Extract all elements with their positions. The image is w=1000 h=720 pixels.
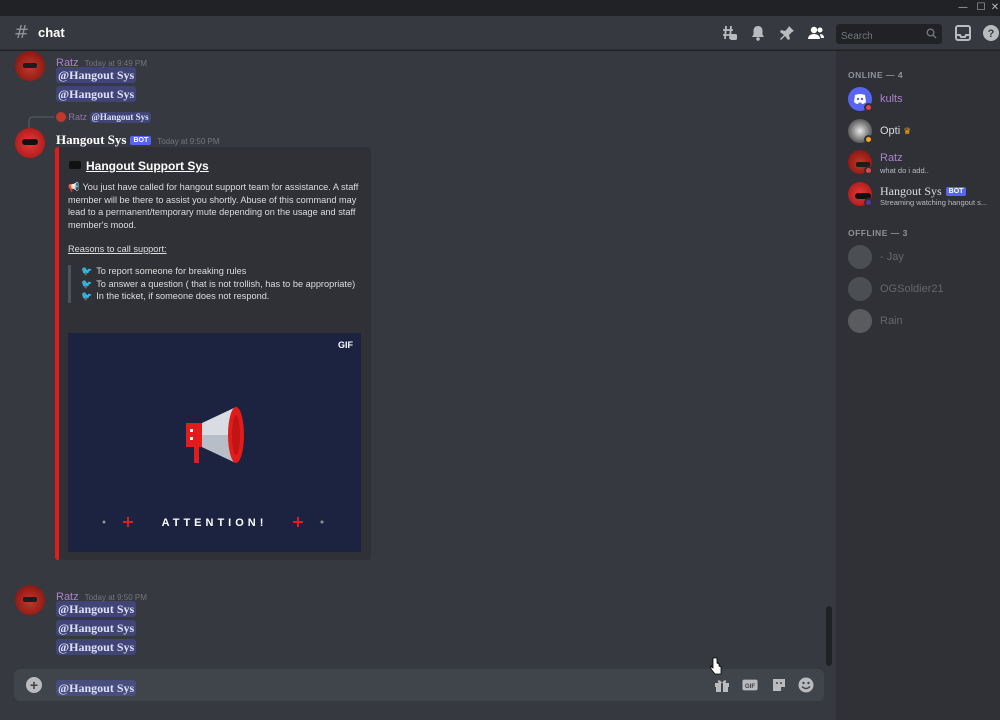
user-mention[interactable]: @Hangout Sys — [56, 639, 137, 655]
reply-mention: @Hangout Sys — [89, 112, 151, 123]
svg-text:?: ? — [988, 28, 995, 40]
bot-badge: BOT — [130, 136, 152, 145]
add-attachment-button[interactable]: + — [26, 677, 42, 693]
reply-connector — [28, 116, 54, 128]
avatar[interactable] — [15, 585, 45, 615]
channel-hash-icon: # — [14, 22, 30, 43]
member-name: Rain — [880, 315, 903, 327]
pinned-messages-icon[interactable] — [778, 24, 796, 42]
member-item[interactable]: Rain — [848, 309, 1000, 339]
member-item[interactable]: - Jay — [848, 245, 1000, 275]
inbox-icon[interactable] — [954, 24, 972, 42]
offline-header: OFFLINE — 3 — [848, 228, 908, 238]
svg-text:GIF: GIF — [745, 683, 756, 690]
emoji-icon[interactable] — [798, 677, 814, 693]
help-icon[interactable]: ? — [982, 24, 1000, 42]
gif-label: GIF — [338, 340, 353, 350]
sticker-icon[interactable] — [771, 677, 787, 693]
member-item[interactable]: OGSoldier21 — [848, 277, 1000, 307]
reply-preview[interactable]: Ratz @Hangout Sys — [56, 112, 151, 123]
composer-mention: @Hangout Sys — [56, 680, 137, 696]
user-mention[interactable]: @Hangout Sys — [56, 86, 137, 102]
mouse-cursor-icon — [710, 657, 722, 675]
minimize-button[interactable]: — — [954, 0, 972, 16]
message-author[interactable]: Hangout Sys — [56, 132, 126, 147]
twitter-bird-icon: 🐦 — [81, 278, 93, 289]
member-name: - Jay — [880, 251, 904, 263]
embed-gif[interactable]: GIF ATTENTION! — [68, 333, 361, 552]
member-item[interactable]: Ratz what do i add.. — [848, 150, 1000, 180]
reason-item: 🐦 To report someone for breaking rules — [81, 265, 358, 278]
member-list: ONLINE — 4 kults Opti ♛ Ratz what do i a… — [836, 51, 1000, 720]
reasons-title: Reasons to call support: — [68, 244, 167, 254]
dnd-status-icon — [864, 166, 873, 175]
channel-name: chat — [38, 25, 65, 40]
reason-item: 🐦 In the ticket, if someone does not resp… — [81, 290, 358, 303]
chat-area: Ratz Today at 9:49 PM @Hangout Sys @Hango… — [0, 51, 836, 720]
member-status-text: what do i add.. — [880, 166, 929, 175]
twitter-bird-icon: 🐦 — [81, 266, 93, 276]
streaming-status-icon — [864, 198, 873, 207]
user-mention[interactable]: @Hangout Sys — [56, 67, 137, 83]
member-name: Hangout Sys BOT — [880, 184, 967, 199]
member-item[interactable]: Hangout Sys BOT Streaming watching hangou… — [848, 182, 1000, 212]
member-name: Ratz — [880, 152, 903, 164]
gif-caption: ATTENTION! — [161, 517, 268, 529]
bot-badge: BOT — [945, 187, 967, 196]
member-status-text: Streaming watching hangout s... — [880, 198, 988, 207]
member-name: OGSoldier21 — [880, 283, 944, 295]
embed-author-name: Hangout Support Sys — [86, 159, 209, 173]
message-composer[interactable]: + @Hangout Sys GIF — [14, 669, 824, 701]
megaphone-icon: 📢 — [68, 182, 80, 192]
reason-text: To report someone for breaking rules — [96, 266, 247, 276]
bot-avatar[interactable] — [15, 128, 45, 158]
member-item[interactable]: kults — [848, 87, 1000, 117]
megaphone-illustration — [186, 407, 244, 463]
maximize-button[interactable]: ☐ — [972, 0, 990, 16]
embed-description: 📢 You just have called for hangout suppor… — [68, 181, 363, 231]
dnd-status-icon — [864, 103, 873, 112]
user-mention[interactable]: @Hangout Sys — [56, 601, 137, 617]
idle-status-icon — [864, 135, 873, 144]
avatar[interactable] — [15, 51, 45, 81]
member-item[interactable]: Opti ♛ — [848, 119, 1000, 149]
avatar — [848, 309, 872, 333]
window-titlebar: — ☐ ✕ — [0, 0, 1000, 16]
gif-picker-icon[interactable]: GIF — [742, 677, 758, 693]
embed-author[interactable]: Hangout Support Sys — [69, 159, 209, 173]
search-icon — [926, 28, 937, 39]
member-name: Opti ♛ — [880, 125, 912, 137]
reason-text: To answer a question ( that is not troll… — [96, 278, 356, 289]
chat-scrollbar[interactable] — [826, 606, 832, 666]
message-timestamp: Today at 9:50 PM — [157, 137, 220, 146]
embed-author-icon — [69, 161, 81, 169]
search-box[interactable] — [836, 24, 942, 47]
user-mention[interactable]: @Hangout Sys — [56, 620, 137, 636]
reasons-quote: 🐦 To report someone for breaking rules 🐦 T… — [68, 265, 358, 303]
reply-author: Ratz — [68, 112, 88, 122]
close-button[interactable]: ✕ — [990, 0, 1000, 16]
reply-avatar — [56, 112, 66, 122]
member-list-icon[interactable] — [807, 24, 825, 42]
notification-bell-icon[interactable] — [749, 24, 767, 42]
embed-description-text: You just have called for hangout support… — [68, 182, 359, 230]
gift-icon[interactable] — [714, 677, 730, 693]
twitter-bird-icon: 🐦 — [81, 291, 93, 301]
online-header: ONLINE — 4 — [848, 70, 904, 80]
reason-text: In the ticket, if someone does not respo… — [96, 291, 270, 301]
support-embed: Hangout Support Sys 📢 You just have calle… — [55, 147, 371, 560]
avatar — [848, 245, 872, 269]
avatar — [848, 277, 872, 301]
message-input[interactable]: @Hangout Sys — [56, 677, 137, 696]
reason-item: 🐦 To answer a question ( that is not trol… — [81, 278, 358, 291]
member-name: kults — [880, 93, 903, 105]
crown-icon: ♛ — [903, 126, 912, 136]
threads-icon[interactable] — [720, 24, 738, 42]
